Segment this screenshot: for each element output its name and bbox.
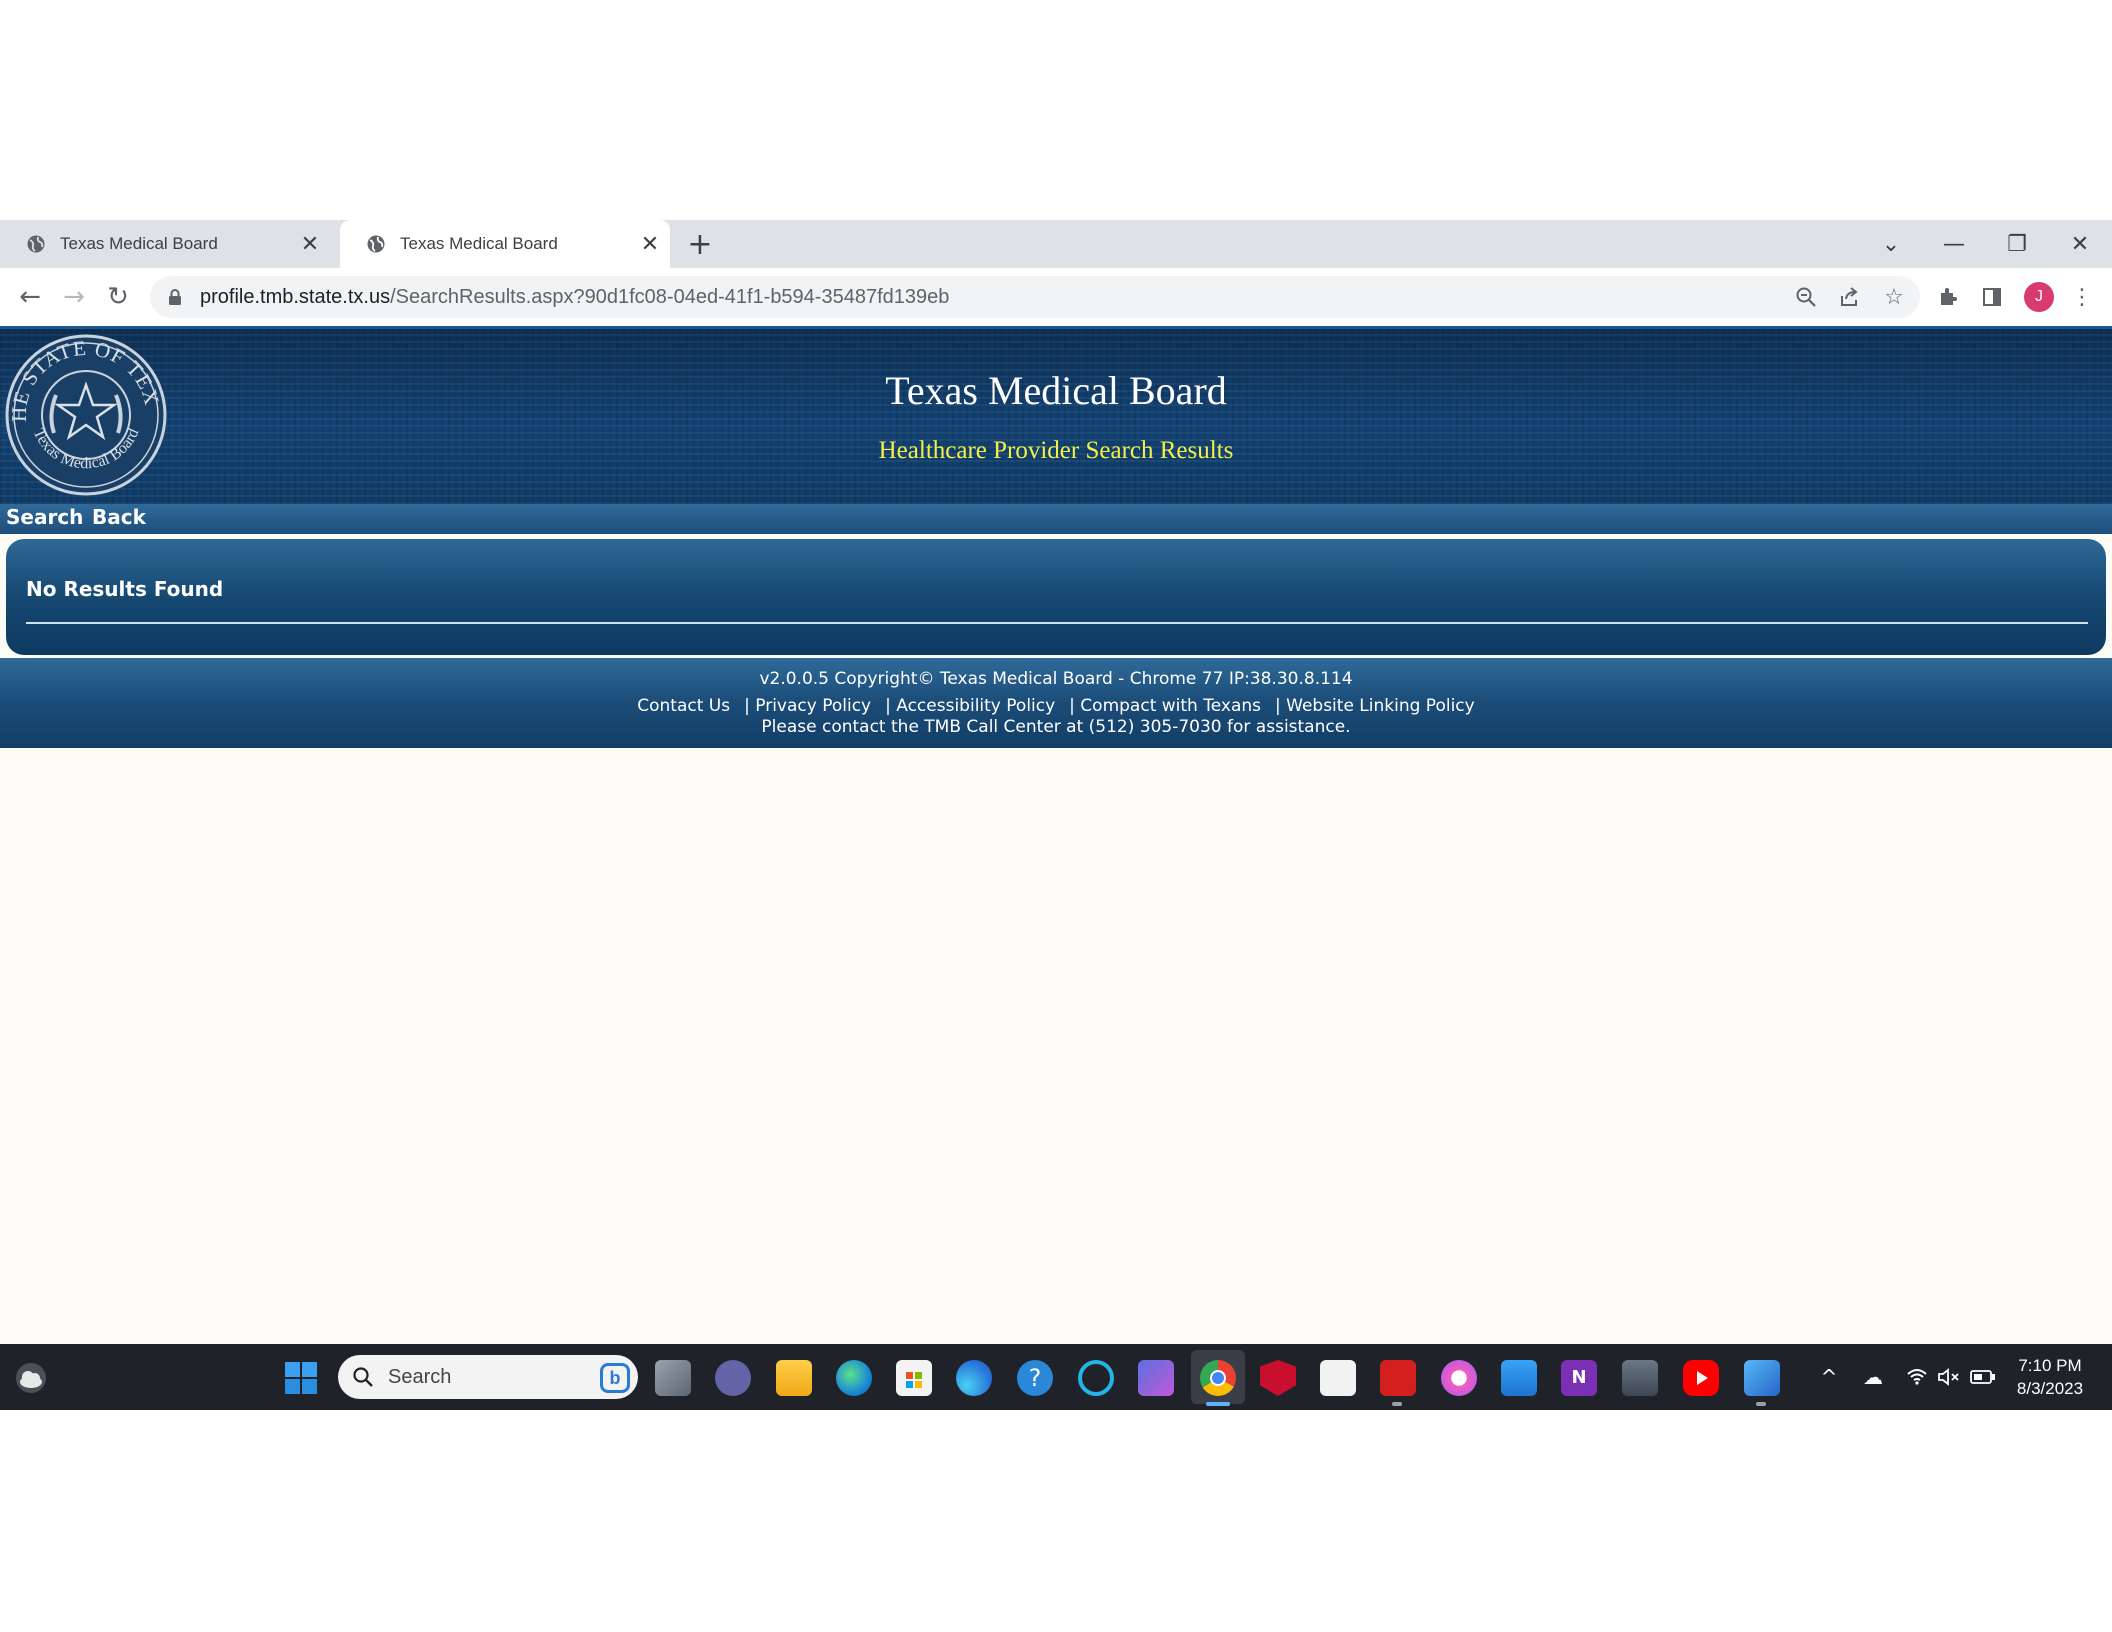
profile-avatar[interactable]: J — [2024, 282, 2054, 312]
site-banner: THE STATE OF TEXAS Texas Medical Board T… — [0, 326, 2112, 504]
onenote-icon[interactable]: N — [1561, 1360, 1597, 1396]
battery-icon[interactable] — [1970, 1364, 1996, 1390]
state-seal-logo: THE STATE OF TEXAS Texas Medical Board — [4, 333, 167, 496]
weather-cloud-icon[interactable] — [14, 1361, 48, 1395]
windows-start-icon[interactable] — [284, 1361, 318, 1395]
url-path: /SearchResults.aspx?90d1fc08-04ed-41f1-b… — [390, 285, 950, 308]
search-link[interactable]: Search — [6, 505, 83, 529]
edge-alt-icon[interactable] — [956, 1360, 992, 1396]
browser-tab-1[interactable]: Texas Medical Board ✕ — [0, 220, 330, 268]
search-icon — [353, 1367, 373, 1387]
footer-links: Contact Us | Privacy Policy | Accessibil… — [0, 696, 2112, 716]
bookmark-star-icon[interactable]: ☆ — [1876, 279, 1912, 315]
close-tab-icon[interactable]: ✕ — [290, 224, 330, 264]
forward-arrow-icon[interactable]: → — [54, 277, 94, 317]
extensions-icon[interactable] — [1930, 279, 1966, 315]
alexa-icon[interactable] — [1078, 1360, 1114, 1396]
chrome-icon[interactable] — [1200, 1360, 1236, 1396]
active-indicator — [1206, 1402, 1230, 1406]
kindle-icon[interactable] — [1320, 1360, 1356, 1396]
zoom-icon[interactable] — [1788, 279, 1824, 315]
photos-icon[interactable] — [1744, 1360, 1780, 1396]
clock-date: 8/3/2023 — [2016, 1379, 2084, 1398]
clock-time: 7:10 PM — [2018, 1356, 2082, 1375]
lock-icon — [169, 289, 181, 305]
bing-icon[interactable]: b — [600, 1363, 630, 1393]
close-tab-icon[interactable]: ✕ — [630, 224, 670, 264]
restore-icon[interactable]: ❐ — [1986, 220, 2048, 268]
browser-tab-strip: Texas Medical Board ✕ Texas Medical Boar… — [0, 220, 2112, 268]
camera-icon[interactable] — [1622, 1360, 1658, 1396]
onedrive-cloud-icon[interactable]: ☁ — [1860, 1364, 1886, 1390]
minimize-icon[interactable]: — — [1923, 220, 1985, 268]
help-icon[interactable]: ? — [1017, 1360, 1053, 1396]
globe-icon — [27, 235, 45, 253]
youtube-icon[interactable] — [1683, 1360, 1719, 1396]
site-footer: v2.0.0.5 Copyright© Texas Medical Board … — [0, 658, 2112, 748]
taskbar-search-placeholder: Search — [388, 1365, 452, 1388]
call-center-text: Please contact the TMB Call Center at (5… — [761, 717, 1351, 737]
file-explorer-icon[interactable] — [776, 1360, 812, 1396]
close-window-icon[interactable]: ✕ — [2049, 220, 2111, 268]
system-clock[interactable]: 7:10 PM 8/3/2023 — [2000, 1354, 2100, 1400]
side-panel-icon[interactable] — [1974, 279, 2010, 315]
teams-meet-icon[interactable] — [715, 1360, 751, 1396]
address-bar[interactable]: profile.tmb.state.tx.us/SearchResults.as… — [150, 276, 1920, 318]
mcafee-icon[interactable] — [1260, 1360, 1296, 1396]
acrobat-icon[interactable] — [1380, 1360, 1416, 1396]
contact-us-link[interactable]: Contact Us — [637, 696, 730, 716]
new-tab-button[interactable]: + — [682, 226, 718, 262]
itunes-icon[interactable] — [1441, 1360, 1477, 1396]
back-arrow-icon[interactable]: ← — [10, 277, 50, 317]
site-menu-bar: Search Back — [0, 504, 2112, 534]
edge-icon[interactable] — [836, 1360, 872, 1396]
browser-toolbar: ← → ↻ profile.tmb.state.tx.us/SearchResu… — [0, 268, 2112, 326]
reload-icon[interactable]: ↻ — [98, 277, 138, 317]
screen: Texas Medical Board ✕ Texas Medical Boar… — [0, 0, 2112, 1632]
running-indicator — [1392, 1402, 1402, 1406]
windows-taskbar: Search b ? N ^ ☁ 7:10 PM 8/3/2023 — [0, 1344, 2112, 1410]
notepad-icon[interactable] — [1501, 1360, 1537, 1396]
chevron-up-icon[interactable]: ^ — [1816, 1364, 1842, 1390]
tab-title: Texas Medical Board — [400, 234, 558, 253]
page-content: THE STATE OF TEXAS Texas Medical Board T… — [0, 326, 2112, 1344]
wifi-icon[interactable] — [1904, 1364, 1930, 1390]
globe-icon — [367, 235, 385, 253]
browser-tab-2[interactable]: Texas Medical Board ✕ — [340, 220, 670, 268]
url-host: profile.tmb.state.tx.us — [200, 285, 391, 308]
taskbar-search-box[interactable]: Search b — [338, 1355, 638, 1399]
copilot-icon[interactable] — [1138, 1360, 1174, 1396]
website-linking-policy-link[interactable]: | Website Linking Policy — [1275, 696, 1475, 716]
share-icon[interactable] — [1832, 279, 1868, 315]
kebab-menu-icon[interactable]: ⋮ — [2064, 279, 2100, 315]
microsoft-store-icon[interactable] — [896, 1360, 932, 1396]
tab-title: Texas Medical Board — [60, 234, 218, 253]
task-view-icon[interactable] — [655, 1360, 691, 1396]
accessibility-policy-link[interactable]: | Accessibility Policy — [885, 696, 1055, 716]
speaker-muted-icon[interactable] — [1936, 1364, 1962, 1390]
compact-with-texans-link[interactable]: | Compact with Texans — [1069, 696, 1261, 716]
divider — [26, 622, 2088, 624]
running-indicator — [1756, 1402, 1766, 1406]
tab-search-chevron-icon[interactable]: ⌄ — [1860, 220, 1922, 268]
copyright-text: v2.0.0.5 Copyright© Texas Medical Board … — [759, 669, 1353, 689]
results-panel: No Results Found — [6, 539, 2106, 655]
page-subtitle: Healthcare Provider Search Results — [878, 437, 1234, 464]
no-results-message: No Results Found — [26, 577, 224, 601]
site-title: Texas Medical Board — [885, 368, 1227, 413]
back-link[interactable]: Back — [92, 505, 146, 529]
privacy-policy-link[interactable]: | Privacy Policy — [744, 696, 871, 716]
